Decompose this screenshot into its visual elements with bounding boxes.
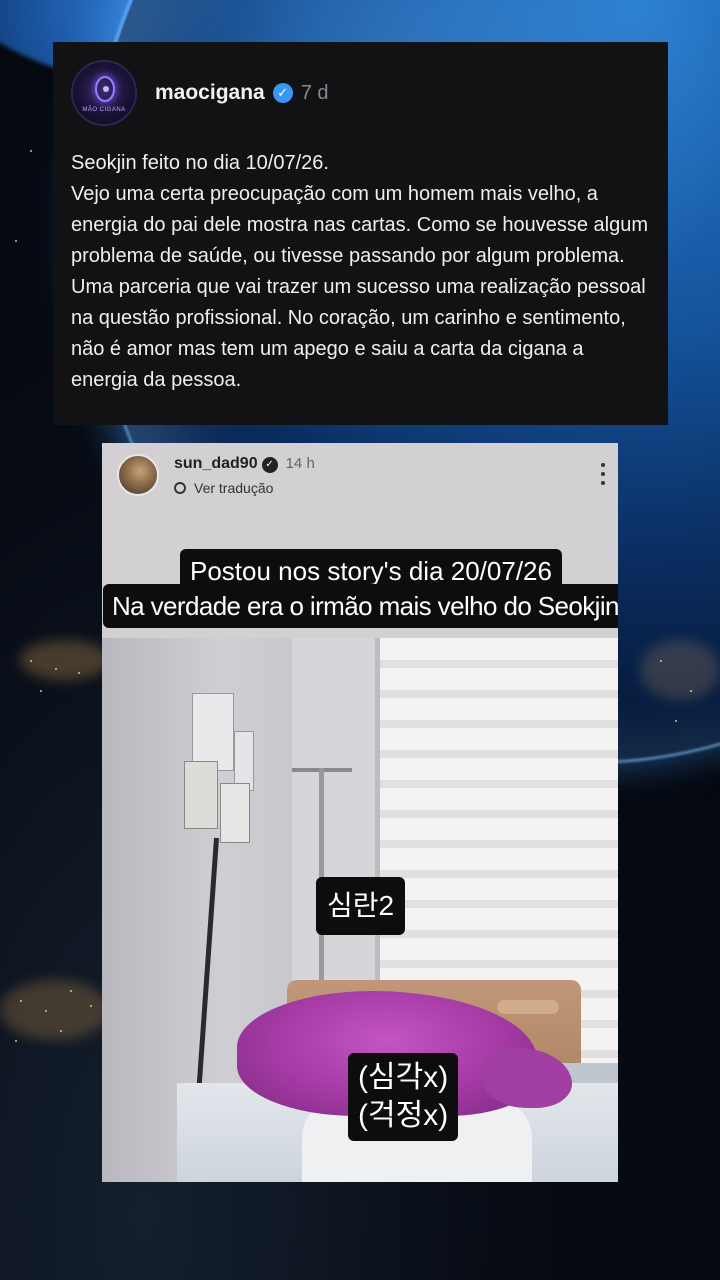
korean-text-line: (걱정x): [358, 1099, 449, 1132]
caption-header: MÃO CIGANA maocigana ✓ 7 d: [71, 56, 650, 130]
eye-logo-icon: [95, 76, 115, 102]
caption-text: Seokjin feito no dia 10/07/26. Vejo uma …: [71, 152, 648, 391]
photo-wall-panel: [234, 731, 254, 791]
story-username[interactable]: sun_dad90: [174, 455, 258, 472]
photo-outlet: [184, 761, 218, 829]
korean-text-sticker-pair: (심각x) (걱정x): [348, 1053, 459, 1141]
story-avatar[interactable]: [117, 454, 159, 496]
city-lights: [0, 980, 110, 1040]
translate-icon: [174, 482, 186, 494]
avatar[interactable]: MÃO CIGANA: [71, 60, 137, 126]
avatar-logo-text: MÃO CIGANA: [82, 107, 126, 113]
story-username-row: sun_dad90 ✓ 14 h: [174, 455, 315, 473]
story-header: sun_dad90 ✓ 14 h Ver tradução: [102, 443, 618, 505]
verified-badge-icon: ✓: [272, 83, 293, 103]
caption-post-card: MÃO CIGANA maocigana ✓ 7 d Seokjin feito…: [53, 42, 668, 425]
city-lights: [20, 640, 110, 680]
korean-text-line: (심각x): [358, 1061, 449, 1094]
story-timestamp: 14 h: [285, 455, 315, 472]
story-screenshot: sun_dad90 ✓ 14 h Ver tradução Postou nos s…: [102, 443, 618, 1182]
username[interactable]: maocigana: [155, 81, 265, 105]
verified-badge-icon: ✓: [261, 456, 278, 473]
photo-wall-panel: [192, 693, 234, 771]
post-timestamp: 7 d: [300, 81, 329, 104]
city-lights: [640, 640, 720, 700]
more-options-icon[interactable]: [600, 463, 606, 485]
photo-outlet: [220, 783, 250, 843]
photo-headboard-handle: [497, 1000, 559, 1014]
translate-label: Ver tradução: [194, 480, 274, 496]
translate-link[interactable]: Ver tradução: [174, 480, 273, 496]
korean-text-sticker: 심란2: [316, 877, 406, 935]
story-text-sticker-note: Na verdade era o irmão mais velho do Seo…: [103, 584, 618, 628]
